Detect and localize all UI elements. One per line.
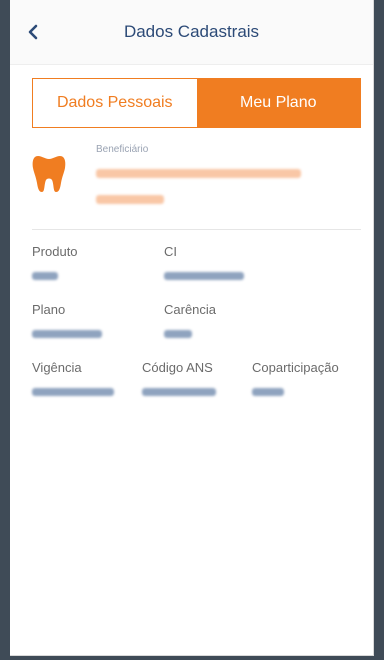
field-value-redacted xyxy=(164,272,244,280)
field-label: Coparticipação xyxy=(252,360,339,375)
tooth-icon xyxy=(32,156,66,192)
field-value-redacted xyxy=(252,388,284,396)
field-label: Código ANS xyxy=(142,360,213,375)
app-screen: Dados Cadastrais Dados Pessoais Meu Plan… xyxy=(10,0,374,656)
field-codigo-ans: Código ANS xyxy=(142,360,216,401)
field-label: CI xyxy=(164,244,177,259)
beneficiary-info: Beneficiário xyxy=(96,144,361,217)
back-button[interactable] xyxy=(22,20,46,44)
field-label: Plano xyxy=(32,302,66,317)
field-coparticipacao: Coparticipação xyxy=(252,360,339,401)
beneficiary-section: Beneficiário xyxy=(32,144,361,230)
field-value-redacted xyxy=(32,272,58,280)
field-carencia: Carência xyxy=(164,302,216,343)
chevron-left-icon xyxy=(28,24,38,40)
field-value-redacted xyxy=(32,388,114,396)
field-value-redacted xyxy=(32,330,102,338)
app-header: Dados Cadastrais xyxy=(10,0,373,65)
beneficiary-name-line-1 xyxy=(96,165,361,183)
field-label: Vigência xyxy=(32,360,82,375)
beneficiary-label: Beneficiário xyxy=(96,144,149,155)
field-value-redacted xyxy=(142,388,216,396)
field-label: Produto xyxy=(32,244,78,259)
field-produto: Produto xyxy=(32,244,78,285)
tab-meu-plano[interactable]: Meu Plano xyxy=(196,79,360,127)
field-value-redacted xyxy=(164,330,192,338)
field-vigencia: Vigência xyxy=(32,360,114,401)
plan-details: Produto CI Plano Carência Vigência Códig… xyxy=(32,244,361,404)
beneficiary-name-line-2 xyxy=(96,191,361,209)
tooth-icon-wrap xyxy=(32,148,96,217)
beneficiary-name-redacted xyxy=(96,169,301,178)
field-ci: CI xyxy=(164,244,244,285)
field-plano: Plano xyxy=(32,302,102,343)
tab-bar: Dados Pessoais Meu Plano xyxy=(32,78,361,128)
beneficiary-name-redacted xyxy=(96,195,164,204)
page-title: Dados Cadastrais xyxy=(123,22,260,41)
tab-dados-pessoais[interactable]: Dados Pessoais xyxy=(33,79,197,127)
field-label: Carência xyxy=(164,302,217,317)
